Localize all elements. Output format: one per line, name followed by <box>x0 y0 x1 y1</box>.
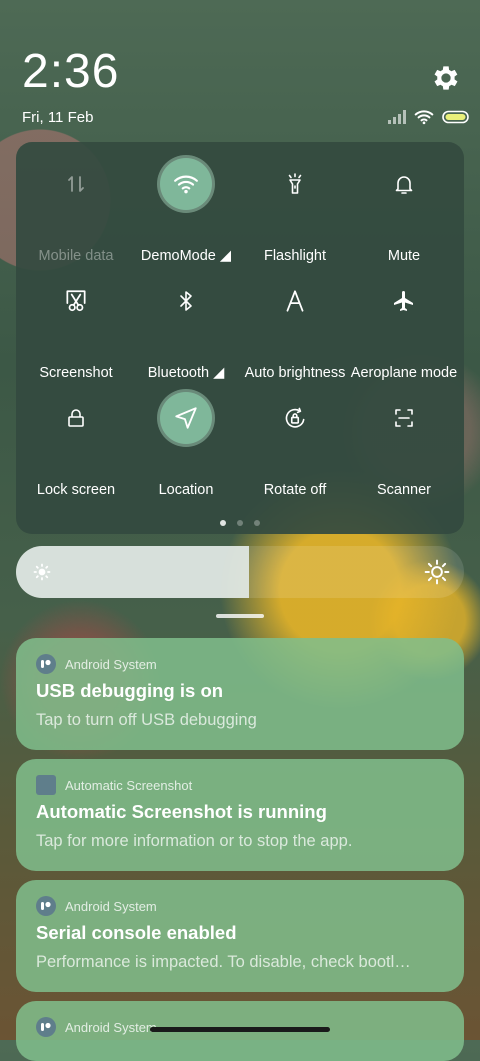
status-bar: 2:36 Fri, 11 Feb <box>0 0 480 140</box>
tile-label: Mute <box>387 248 421 264</box>
tile-screenshot[interactable]: Screenshot <box>21 267 131 381</box>
notification-title: Automatic Screenshot is running <box>36 801 327 822</box>
tile-label: Rotate off <box>263 482 327 498</box>
brightness-slider[interactable] <box>16 546 464 598</box>
android-system-icon <box>36 896 56 916</box>
notification-header: Android System <box>36 1017 157 1037</box>
tile-rotate-off[interactable]: Rotate off <box>240 384 350 498</box>
tile-demomode[interactable]: DemoMode ◢ <box>131 150 241 264</box>
notification-app-name: Automatic Screenshot <box>65 777 193 793</box>
tile-flashlight[interactable]: Flashlight <box>240 150 350 264</box>
system-icons <box>388 108 470 126</box>
notification-text: Tap for more information or to stop the … <box>36 832 353 850</box>
bluetooth-icon <box>160 275 212 327</box>
notification-title: USB debugging is on <box>36 680 224 701</box>
tile-label: Bluetooth ◢ <box>147 365 225 381</box>
brightness-low-icon <box>33 563 51 581</box>
tile-scanner[interactable]: Scanner <box>349 384 459 498</box>
page-dot <box>254 520 260 526</box>
battery-icon <box>442 110 469 124</box>
notification-card[interactable]: Android System Serial console enabled Pe… <box>16 880 464 992</box>
flashlight-icon <box>269 158 321 210</box>
tile-aeroplane-mode[interactable]: Aeroplane mode <box>349 267 459 381</box>
lock-icon <box>50 392 102 444</box>
page-dot <box>237 520 243 526</box>
notification-text: Tap to turn off USB debugging <box>36 711 257 729</box>
tile-label: DemoMode ◢ <box>140 248 232 264</box>
tile-label: Aeroplane mode <box>350 365 458 381</box>
clock: 2:36 <box>22 45 120 98</box>
date: Fri, 11 Feb <box>22 109 94 126</box>
notification-card[interactable]: Automatic Screenshot Automatic Screensho… <box>16 759 464 871</box>
location-icon <box>160 392 212 444</box>
brightness-high-icon <box>424 559 450 585</box>
wifi-icon <box>160 158 212 210</box>
tile-location[interactable]: Location <box>131 384 241 498</box>
settings-button[interactable] <box>430 62 462 94</box>
tile-label: Mobile data <box>38 248 114 264</box>
page-dot <box>220 520 226 526</box>
notification-app-name: Android System <box>65 656 157 672</box>
notification-app-name: Android System <box>65 898 157 914</box>
rotate-lock-icon <box>269 392 321 444</box>
home-indicator[interactable] <box>150 1027 330 1032</box>
scanner-icon <box>378 392 430 444</box>
tile-label: Auto brightness <box>244 365 346 381</box>
tile-label: Location <box>158 482 214 498</box>
notification-title: Serial console enabled <box>36 922 237 943</box>
automatic-screenshot-icon <box>36 775 56 795</box>
mobile-data-icon <box>50 158 102 210</box>
tile-label: Scanner <box>376 482 431 498</box>
android-system-icon <box>36 654 56 674</box>
gear-icon <box>434 66 458 90</box>
android-system-icon <box>36 1017 56 1037</box>
airplane-icon <box>378 275 430 327</box>
notification-card[interactable]: Android System USB debugging is on Tap t… <box>16 638 464 750</box>
page-indicator <box>220 520 260 526</box>
notification-text: Performance is impacted. To disable, che… <box>36 953 411 971</box>
cellular-signal-icon <box>388 110 406 124</box>
tile-lock-screen[interactable]: Lock screen <box>21 384 131 498</box>
drag-handle[interactable] <box>216 614 264 618</box>
notification-header: Automatic Screenshot <box>36 775 192 795</box>
notification-app-name: Android System <box>65 1019 157 1035</box>
tile-label: Flashlight <box>263 248 327 264</box>
notification-header: Android System <box>36 896 157 916</box>
scissors-icon <box>50 275 102 327</box>
wifi-status-icon <box>414 110 434 125</box>
notification-header: Android System <box>36 654 157 674</box>
quick-settings-panel: Mobile data DemoMode ◢ Flashlight Mute Scree… <box>16 142 464 534</box>
tile-label: Screenshot <box>39 365 113 381</box>
tile-mute[interactable]: Mute <box>349 150 459 264</box>
bell-icon <box>378 158 430 210</box>
tile-label: Lock screen <box>36 482 116 498</box>
tile-auto-brightness[interactable]: Auto brightness <box>240 267 350 381</box>
tile-mobile-data[interactable]: Mobile data <box>21 150 131 264</box>
auto-brightness-icon <box>269 275 321 327</box>
tile-bluetooth[interactable]: Bluetooth ◢ <box>131 267 241 381</box>
